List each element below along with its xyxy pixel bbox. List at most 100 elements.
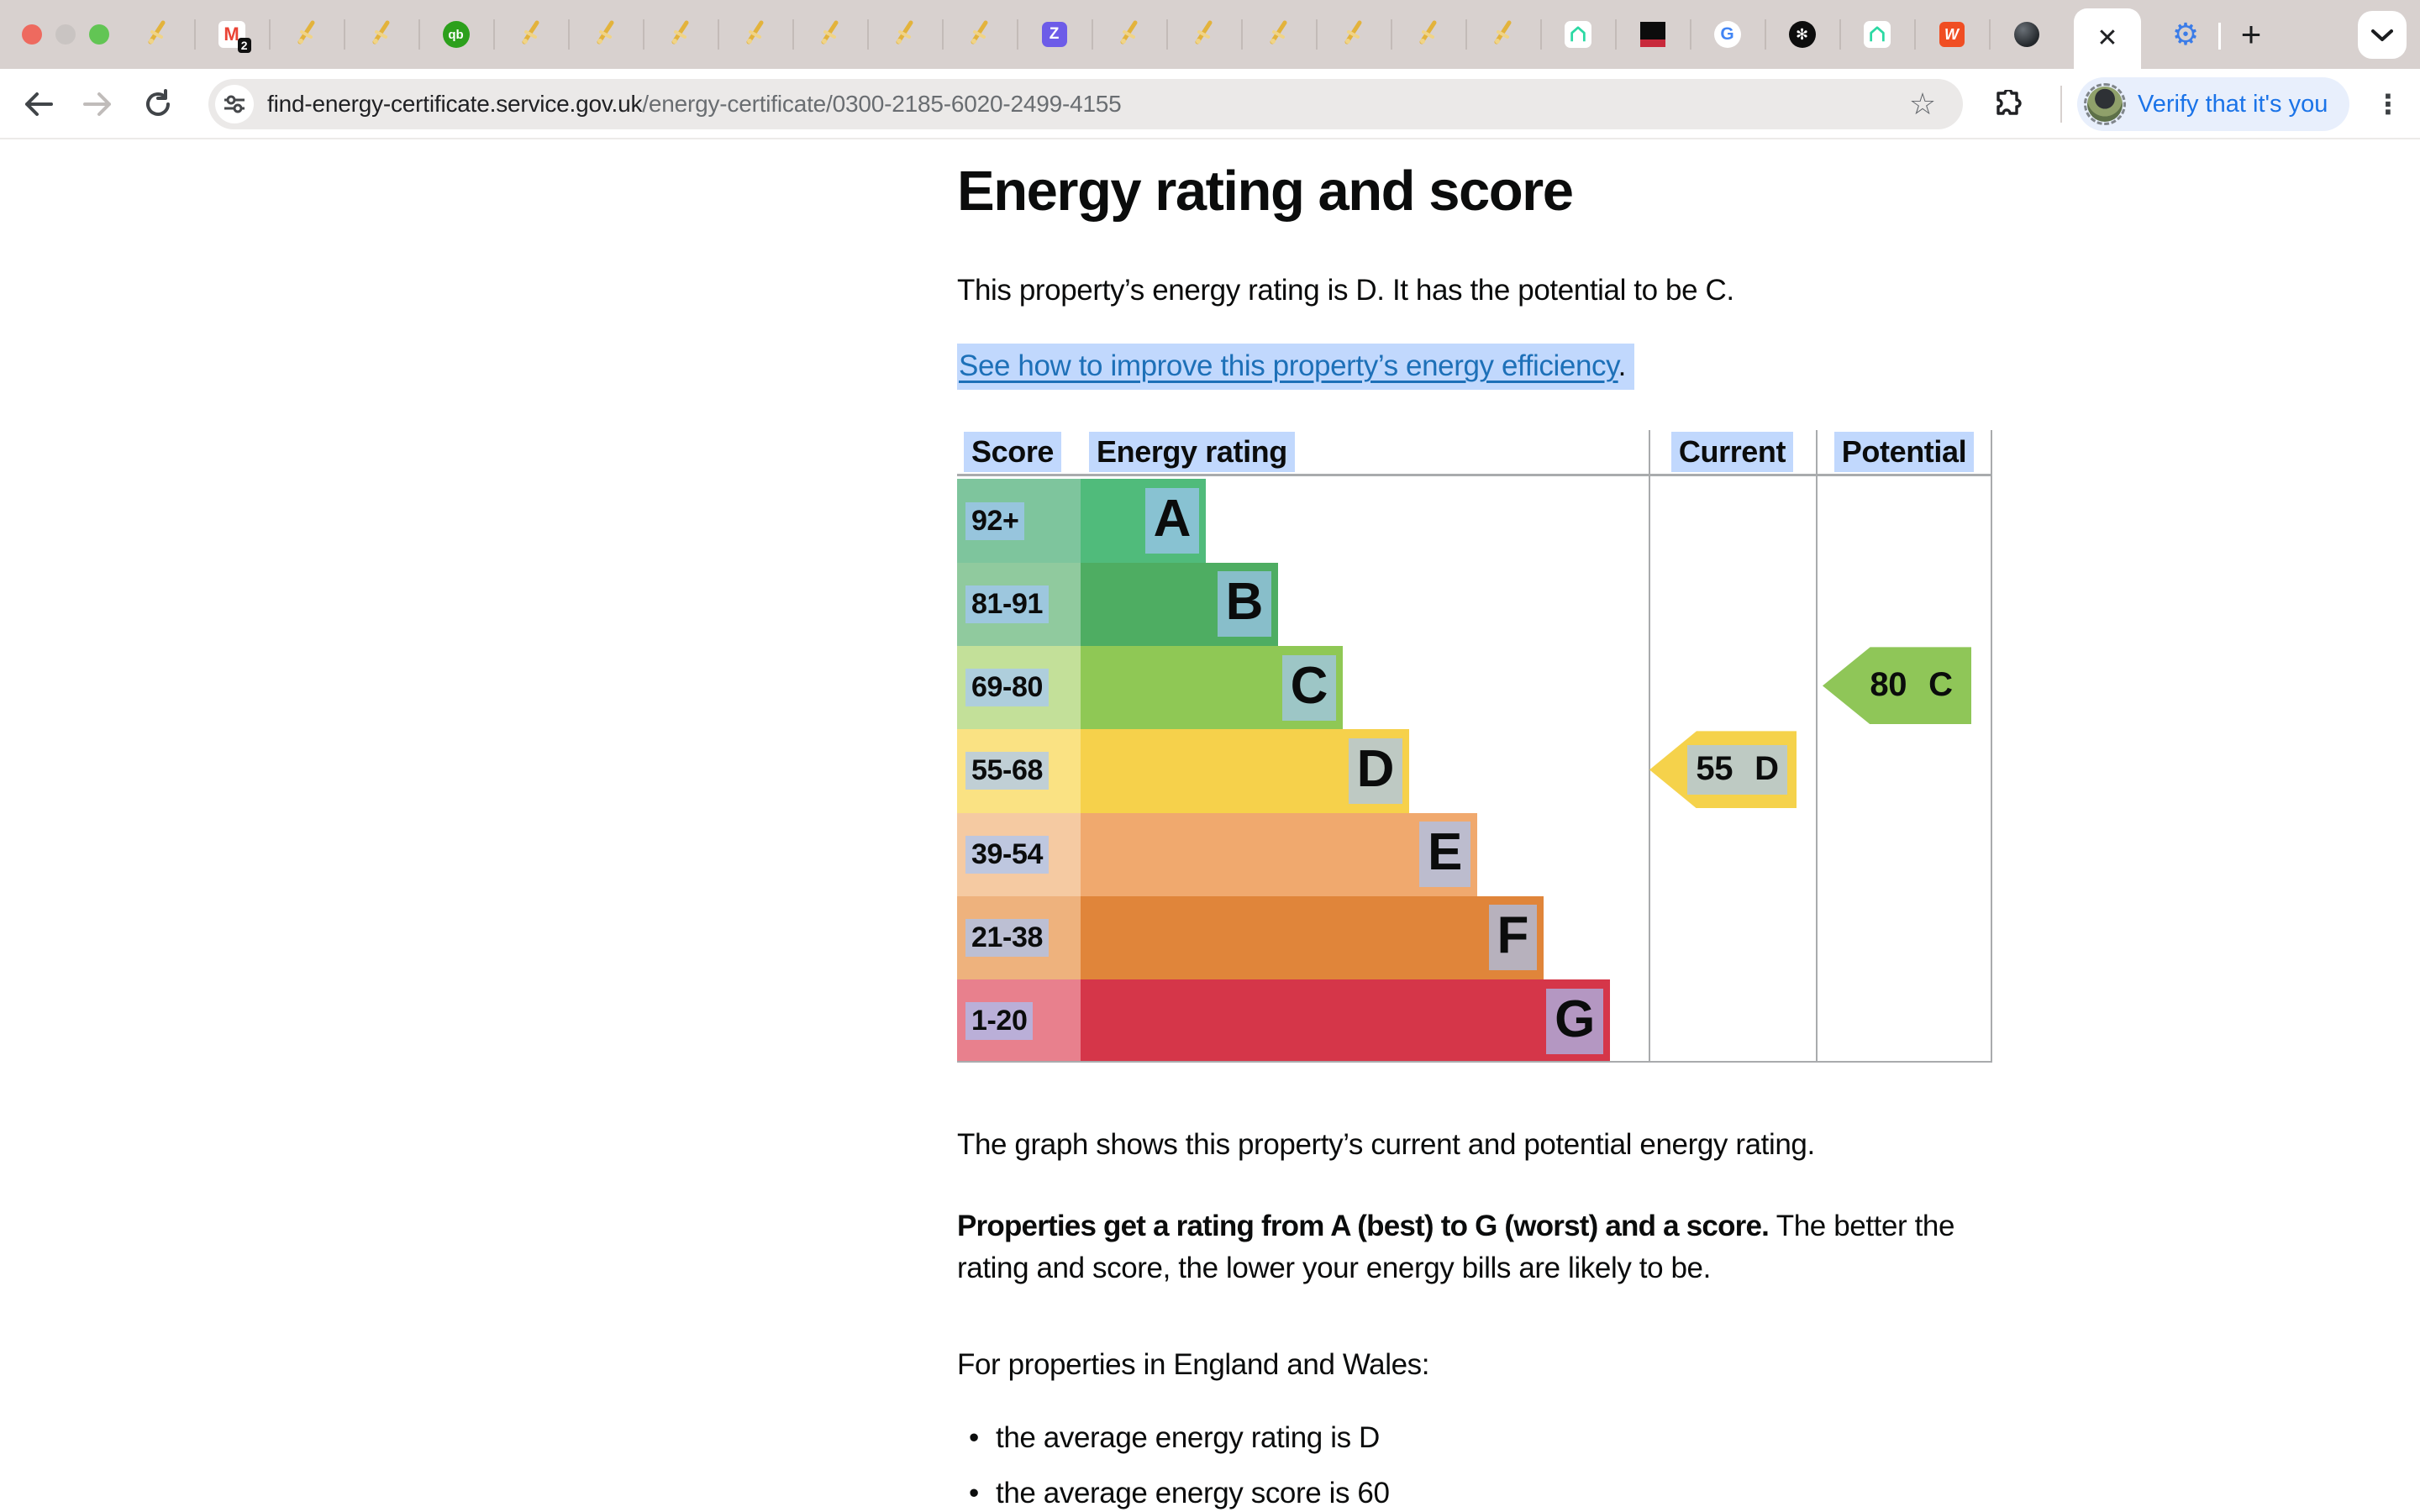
pinned-tab-gold-glyph[interactable] bbox=[942, 0, 1017, 69]
page-title: Energy rating and score bbox=[957, 161, 2420, 222]
pinned-tab-chatgpt[interactable]: ✻ bbox=[1765, 0, 1839, 69]
pinned-tab-home-teal[interactable] bbox=[1540, 0, 1615, 69]
tab-close-icon[interactable]: ✕ bbox=[2096, 26, 2118, 51]
epc-score-range: 69-80 bbox=[965, 669, 1049, 706]
forward-button[interactable] bbox=[74, 81, 121, 128]
pinned-tab-gold-glyph[interactable] bbox=[1391, 0, 1465, 69]
home-teal-icon bbox=[1863, 20, 1891, 49]
list-item: the average energy rating is D bbox=[957, 1419, 2420, 1457]
extensions-button[interactable] bbox=[1988, 84, 2028, 124]
profile-verify-button[interactable]: Verify that it's you bbox=[2077, 77, 2349, 131]
address-bar[interactable]: find-energy-certificate.service.gov.uk/e… bbox=[208, 79, 1963, 129]
potential-letter: C bbox=[1928, 666, 1953, 704]
pinned-tab-gold-glyph[interactable] bbox=[344, 0, 418, 69]
epc-score-range-cell: 69-80 bbox=[957, 646, 1081, 729]
gold-glyph-icon bbox=[741, 20, 770, 49]
epc-band-letter: D bbox=[1349, 738, 1402, 804]
epc-band-letter: A bbox=[1145, 488, 1199, 554]
pinned-tab-wave[interactable]: W bbox=[1914, 0, 1989, 69]
epc-col-header-current: Current bbox=[1649, 430, 1816, 474]
epc-score-range-cell: 21-38 bbox=[957, 896, 1081, 979]
epc-header-row: Score Energy rating Current Potential bbox=[957, 430, 1992, 476]
gold-glyph-icon bbox=[1414, 20, 1443, 49]
pinned-tab-gold-glyph[interactable] bbox=[1241, 0, 1316, 69]
epc-band-letter: E bbox=[1419, 822, 1470, 887]
window-controls bbox=[22, 24, 109, 45]
pinned-tab-gold-glyph[interactable] bbox=[1465, 0, 1540, 69]
back-arrow-icon bbox=[24, 91, 54, 118]
pinned-tab-gold-glyph[interactable] bbox=[718, 0, 792, 69]
improve-efficiency-link[interactable]: See how to improve this property’s energ… bbox=[959, 349, 1618, 382]
gold-glyph-icon bbox=[367, 20, 396, 49]
epc-column-divider bbox=[1649, 430, 1650, 1063]
epc-band-row-A: 92+A bbox=[957, 479, 1992, 562]
averages-list: the average energy rating is Dthe averag… bbox=[957, 1419, 2420, 1512]
current-score: 55 bbox=[1696, 750, 1733, 788]
epc-band-letter: C bbox=[1282, 655, 1336, 721]
tabstrip-separator bbox=[2218, 23, 2221, 50]
improve-link-line: See how to improve this property’s energ… bbox=[957, 349, 2420, 383]
epc-score-range: 39-54 bbox=[965, 836, 1049, 874]
window-close-button[interactable] bbox=[22, 24, 42, 45]
reload-button[interactable] bbox=[134, 81, 182, 128]
back-button[interactable] bbox=[15, 81, 62, 128]
pinned-tab-gmail[interactable]: M2 bbox=[194, 0, 269, 69]
pinned-tab-home-teal[interactable] bbox=[1839, 0, 1914, 69]
epc-score-range: 21-38 bbox=[965, 919, 1049, 957]
pinned-tab-gold-glyph[interactable] bbox=[493, 0, 568, 69]
window-minimize-button[interactable] bbox=[55, 24, 76, 45]
epc-band-letter: G bbox=[1546, 989, 1603, 1054]
url-text[interactable]: find-energy-certificate.service.gov.uk/e… bbox=[267, 91, 1122, 118]
pinned-tab-gold-glyph[interactable] bbox=[1166, 0, 1241, 69]
gmail-icon: M2 bbox=[218, 20, 246, 49]
site-settings-button[interactable] bbox=[215, 85, 254, 123]
epc-col-header-score: Score bbox=[964, 430, 1061, 474]
energy-rating-graph: Score Energy rating Current Potential 92… bbox=[957, 430, 1992, 1063]
tab-search-button[interactable] bbox=[2358, 11, 2407, 59]
pinned-tab-settings-gear[interactable]: ⚙ bbox=[2153, 0, 2218, 69]
toolbar-separator bbox=[2060, 86, 2062, 123]
pinned-tab-gold-glyph[interactable] bbox=[643, 0, 718, 69]
epc-col-header-rating: Energy rating bbox=[1089, 430, 1295, 474]
pinned-tab-gold-glyph[interactable] bbox=[792, 0, 867, 69]
new-tab-button[interactable]: + bbox=[2228, 12, 2274, 57]
ratings-explainer: Properties get a rating from A (best) to… bbox=[957, 1205, 1992, 1289]
pinned-tab-quickbooks[interactable]: qb bbox=[418, 0, 493, 69]
avatar-sync-ring bbox=[2084, 83, 2126, 125]
chevron-down-icon bbox=[2371, 29, 2393, 42]
gold-glyph-icon bbox=[292, 20, 321, 49]
gold-glyph-icon bbox=[517, 20, 545, 49]
epc-column-divider bbox=[1816, 430, 1818, 1063]
active-tab[interactable]: ✕ bbox=[2074, 8, 2141, 69]
gold-glyph-icon bbox=[1489, 20, 1518, 49]
browser-menu-button[interactable]: ⋮ bbox=[2368, 81, 2408, 128]
pinned-tab-gold-glyph[interactable] bbox=[1092, 0, 1166, 69]
bookmark-star-icon[interactable]: ☆ bbox=[1904, 86, 1941, 123]
pinned-tab-gold-glyph[interactable] bbox=[568, 0, 643, 69]
z-app-icon: Z bbox=[1040, 20, 1069, 49]
pinned-tab-dark-sphere[interactable] bbox=[1989, 0, 2064, 69]
epc-score-range-cell: 81-91 bbox=[957, 563, 1081, 646]
gold-glyph-icon bbox=[891, 20, 919, 49]
pinned-tab-google[interactable]: G bbox=[1690, 0, 1765, 69]
pinned-tab-z-app[interactable]: Z bbox=[1017, 0, 1092, 69]
pinned-tab-gold-glyph[interactable] bbox=[1316, 0, 1391, 69]
pinned-tab-gold-glyph[interactable] bbox=[119, 0, 194, 69]
quickbooks-icon: qb bbox=[442, 20, 471, 49]
url-path: /energy-certificate/0300-2185-6020-2499-… bbox=[642, 91, 1121, 117]
pinned-tab-gold-glyph[interactable] bbox=[867, 0, 942, 69]
verify-label: Verify that it's you bbox=[2138, 91, 2328, 118]
wave-icon: W bbox=[1938, 20, 1966, 49]
gold-glyph-icon bbox=[143, 20, 171, 49]
window-zoom-button[interactable] bbox=[89, 24, 109, 45]
epc-score-range: 1-20 bbox=[965, 1002, 1033, 1040]
pinned-tab-gold-glyph[interactable] bbox=[269, 0, 344, 69]
site-settings-tune-icon bbox=[224, 94, 245, 114]
pinned-tab-black-red[interactable] bbox=[1615, 0, 1690, 69]
gold-glyph-icon bbox=[965, 20, 994, 49]
gold-glyph-icon bbox=[1265, 20, 1293, 49]
gold-glyph-icon bbox=[592, 20, 620, 49]
epc-score-range-cell: 1-20 bbox=[957, 979, 1081, 1063]
england-wales-line: For properties in England and Wales: bbox=[957, 1348, 2420, 1382]
gold-glyph-icon bbox=[1190, 20, 1218, 49]
